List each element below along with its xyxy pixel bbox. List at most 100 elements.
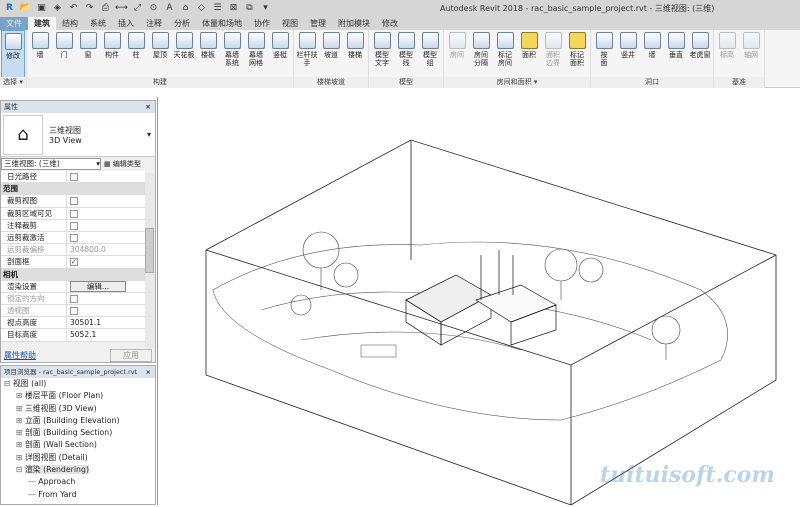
browser-node[interactable]: ⊟ 视图 (all) bbox=[4, 378, 155, 390]
property-value[interactable] bbox=[67, 208, 145, 219]
button-label: 模型 线 bbox=[399, 51, 413, 67]
print-icon[interactable]: ⎙ bbox=[99, 3, 112, 14]
panel-label[interactable]: 楼梯坡道 bbox=[294, 77, 368, 88]
room-tool-icon bbox=[496, 32, 514, 49]
revit-logo-icon[interactable]: R bbox=[3, 3, 16, 14]
opening-tool-icon bbox=[643, 32, 661, 49]
expand-icon[interactable]: ⊞ bbox=[16, 440, 25, 449]
browser-node[interactable]: ⊞ 剖面 (Building Section) bbox=[4, 427, 155, 439]
browser-node-label: 渲染 (Rendering) bbox=[25, 465, 89, 475]
redo-icon[interactable]: ↷ bbox=[83, 3, 96, 14]
collapse-icon[interactable]: ⊟ bbox=[16, 465, 25, 474]
property-checkbox[interactable] bbox=[70, 294, 78, 303]
property-checkbox[interactable] bbox=[70, 173, 78, 181]
close-icon[interactable]: × bbox=[146, 366, 151, 378]
expand-icon[interactable]: ⊞ bbox=[16, 428, 25, 437]
close-icon[interactable]: × bbox=[145, 101, 151, 113]
project-browser: 项目浏览器 - rac_basic_sample_project.rvt × ⊟ … bbox=[0, 365, 156, 505]
measure-icon[interactable]: ⟷ bbox=[115, 3, 128, 14]
expand-icon[interactable]: ⊞ bbox=[16, 453, 25, 462]
property-checkbox[interactable]: ✓ bbox=[70, 258, 78, 267]
open-icon[interactable]: 📂 bbox=[19, 3, 32, 14]
text-icon[interactable]: A bbox=[163, 3, 176, 14]
collapse-icon[interactable]: ⊟ bbox=[4, 379, 13, 388]
browser-node[interactable]: ⊟ 渲染 (Rendering) bbox=[4, 464, 155, 476]
property-value[interactable] bbox=[67, 220, 145, 231]
tab-3[interactable]: 系统 bbox=[84, 17, 112, 30]
property-checkbox[interactable] bbox=[70, 233, 78, 242]
property-value[interactable] bbox=[67, 232, 145, 243]
expand-icon[interactable]: ⊞ bbox=[16, 404, 25, 413]
property-value[interactable]: 编辑... bbox=[67, 280, 145, 292]
property-value[interactable] bbox=[67, 195, 145, 206]
property-value[interactable] bbox=[67, 171, 145, 182]
property-checkbox[interactable] bbox=[70, 221, 78, 230]
edit-type-button[interactable]: ▦ 编辑类型 bbox=[104, 159, 141, 169]
tab-11[interactable]: 附加模块 bbox=[332, 17, 376, 30]
browser-node[interactable]: — Approach bbox=[4, 476, 155, 488]
tab-2[interactable]: 结构 bbox=[56, 17, 84, 30]
undo-icon[interactable]: ↶ bbox=[67, 3, 80, 14]
tab-0[interactable]: 文件 bbox=[0, 17, 28, 30]
expand-icon[interactable]: ⊞ bbox=[16, 391, 25, 400]
section-box[interactable] bbox=[205, 139, 777, 506]
property-key: 裁剪区域可见 bbox=[1, 207, 67, 219]
chevron-down-icon[interactable]: ▾ bbox=[147, 130, 151, 139]
property-checkbox[interactable] bbox=[70, 197, 78, 206]
browser-node[interactable]: ⊞ 立面 (Building Elevation) bbox=[4, 415, 155, 427]
tag-icon[interactable]: ⊙ bbox=[147, 3, 160, 14]
browser-node[interactable]: ⊞ 剖面 (Wall Section) bbox=[4, 439, 155, 451]
panel-label[interactable]: 洞口 bbox=[591, 77, 713, 88]
property-checkbox[interactable] bbox=[70, 209, 78, 218]
scrollbar-thumb[interactable] bbox=[145, 228, 154, 273]
thin-lines-icon[interactable]: ☰ bbox=[211, 3, 224, 14]
sync-icon[interactable]: ◈ bbox=[51, 3, 64, 14]
3d-view-icon[interactable]: ⌂ bbox=[179, 3, 192, 14]
panel-label[interactable]: 基准 bbox=[714, 77, 764, 88]
tab-1[interactable]: 建筑 bbox=[28, 17, 56, 30]
tab-8[interactable]: 协作 bbox=[248, 17, 276, 30]
tab-7[interactable]: 体量和场地 bbox=[196, 17, 248, 30]
3d-viewport[interactable] bbox=[157, 97, 800, 506]
property-value[interactable]: 5052.1 bbox=[67, 329, 145, 340]
browser-node-label: From Yard bbox=[38, 489, 77, 499]
leaf-connector-icon[interactable]: — bbox=[28, 490, 38, 499]
save-icon[interactable]: ▣ bbox=[35, 3, 48, 14]
property-value[interactable]: 30501.1 bbox=[67, 317, 145, 328]
tab-10[interactable]: 管理 bbox=[304, 17, 332, 30]
instance-filter-dropdown[interactable]: 三维视图: (三维) ▾ bbox=[1, 158, 101, 170]
panel-label[interactable]: 选择 ▾ bbox=[0, 77, 26, 88]
browser-node[interactable]: ⊞ 详图视图 (Detail) bbox=[4, 452, 155, 464]
tab-6[interactable]: 分析 bbox=[168, 17, 196, 30]
tab-5[interactable]: 注释 bbox=[140, 17, 168, 30]
panel-label[interactable]: 模型 bbox=[369, 77, 443, 88]
tab-12[interactable]: 修改 bbox=[376, 17, 404, 30]
property-checkbox[interactable] bbox=[70, 307, 78, 316]
dimension-icon[interactable]: ⤢ bbox=[131, 3, 144, 14]
tab-4[interactable]: 插入 bbox=[112, 17, 140, 30]
property-group[interactable]: 范围 bbox=[1, 183, 145, 196]
apply-button[interactable]: 应用 bbox=[110, 348, 152, 362]
panel-label[interactable]: 构建 bbox=[27, 77, 293, 88]
browser-node[interactable]: — From Yard bbox=[4, 489, 155, 501]
property-group[interactable]: 相机 bbox=[1, 268, 145, 281]
switch-windows-icon[interactable]: ⧉ bbox=[243, 3, 256, 14]
properties-scrollbar[interactable] bbox=[145, 173, 154, 348]
tab-9[interactable]: 视图 bbox=[276, 17, 304, 30]
browser-node[interactable]: ⊞ 三维视图 (3D View) bbox=[4, 403, 155, 415]
button-label: 幕墙 系统 bbox=[225, 51, 239, 67]
property-value[interactable]: ✓ bbox=[67, 256, 145, 267]
property-key: 注释裁剪 bbox=[1, 219, 67, 231]
panel-stairs: 栏杆扶手 坡道 楼梯 楼梯坡道 bbox=[294, 30, 369, 88]
browser-node[interactable]: ⊞ 楼层平面 (Floor Plan) bbox=[4, 390, 155, 402]
panel-label[interactable]: 房间和面积 ▾ bbox=[444, 77, 590, 88]
type-selector[interactable]: ⌂ 三维视图 3D View ▾ bbox=[1, 113, 155, 157]
close-hidden-icon[interactable]: ⊠ bbox=[227, 3, 240, 14]
properties-help-link[interactable]: 属性帮助 bbox=[4, 350, 36, 361]
render-settings-edit-button[interactable]: 编辑... bbox=[70, 280, 126, 292]
customize-icon[interactable]: ▾ bbox=[259, 3, 272, 14]
section-icon[interactable]: ◇ bbox=[195, 3, 208, 14]
expand-icon[interactable]: ⊞ bbox=[16, 416, 25, 425]
leaf-connector-icon[interactable]: — bbox=[28, 477, 38, 486]
room-tool-icon bbox=[448, 32, 466, 49]
